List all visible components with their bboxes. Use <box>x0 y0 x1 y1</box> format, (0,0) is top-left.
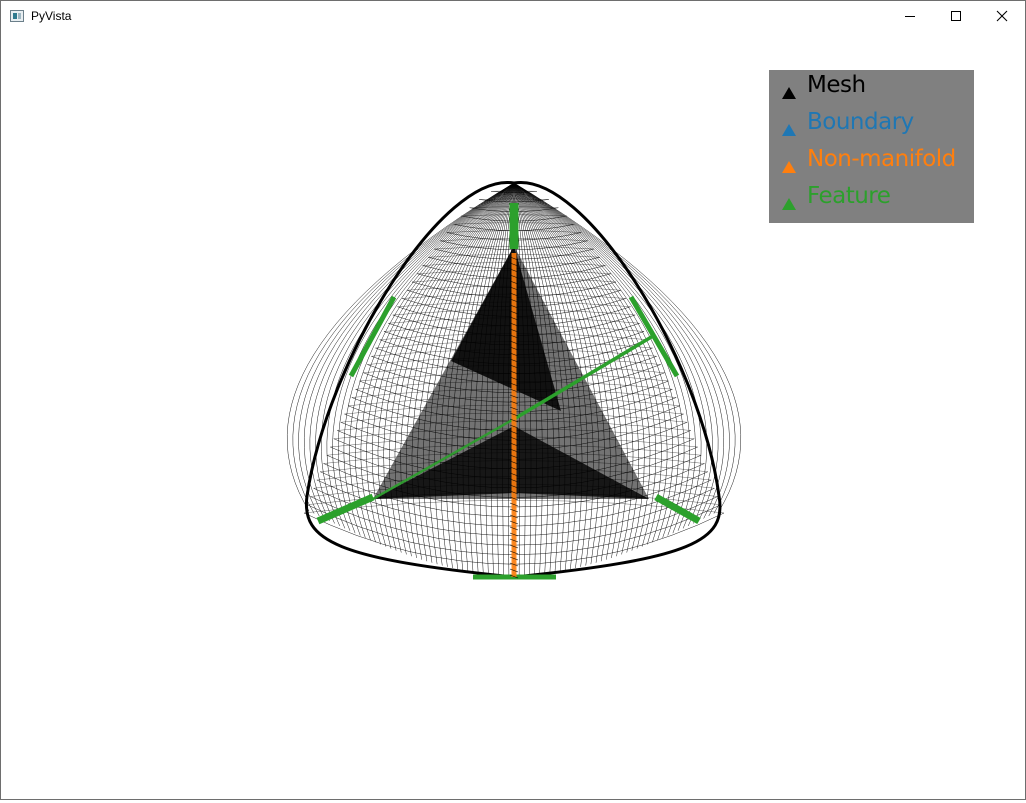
legend: Mesh Boundary Non-manifold Feature <box>769 70 974 223</box>
maximize-button[interactable] <box>933 1 979 31</box>
legend-label-feature: Feature <box>807 183 890 209</box>
legend-item-non-manifold: Non-manifold <box>769 144 974 181</box>
triangle-marker-icon <box>781 123 797 137</box>
legend-item-feature: Feature <box>769 181 974 218</box>
legend-label-mesh: Mesh <box>807 72 866 98</box>
legend-label-boundary: Boundary <box>807 109 914 135</box>
minimize-button[interactable] <box>887 1 933 31</box>
legend-item-boundary: Boundary <box>769 107 974 144</box>
triangle-marker-icon <box>781 197 797 211</box>
triangle-marker-icon <box>781 160 797 174</box>
maximize-icon <box>950 10 962 22</box>
minimize-icon <box>904 10 916 22</box>
triangle-marker-icon <box>781 86 797 100</box>
title-bar[interactable]: PyVista <box>1 1 1025 31</box>
legend-label-non-manifold: Non-manifold <box>807 146 956 172</box>
close-button[interactable] <box>979 1 1025 31</box>
pyvista-app-icon <box>10 10 24 22</box>
app-window: PyVista Mesh Boundary Non-manifold <box>0 0 1026 800</box>
legend-item-mesh: Mesh <box>769 70 974 107</box>
close-icon <box>996 10 1008 22</box>
render-viewport[interactable]: Mesh Boundary Non-manifold Feature <box>1 31 1025 799</box>
window-title: PyVista <box>31 9 71 23</box>
